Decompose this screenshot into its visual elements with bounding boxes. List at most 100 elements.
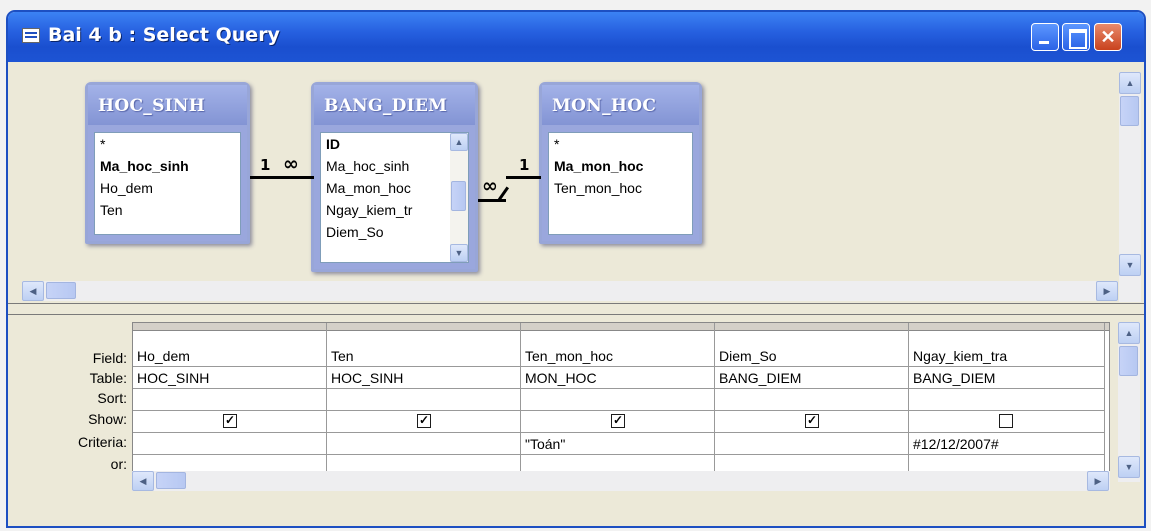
scroll-right-icon[interactable]: ▶	[1096, 281, 1118, 301]
field-list-mon-hoc[interactable]: MON_HOC * Ma_mon_hoc Ten_mon_hoc	[539, 82, 702, 244]
show-cell	[909, 411, 1104, 433]
sort-cell[interactable]	[521, 389, 714, 411]
grid-column: Ho_dem HOC_SINH ✓	[133, 323, 327, 489]
field-cell[interactable]: Ho_dem	[133, 345, 326, 367]
table-cell[interactable]: BANG_DIEM	[909, 367, 1104, 389]
row-label-show: Show:	[88, 411, 127, 427]
scroll-down-icon[interactable]: ▼	[1119, 254, 1141, 276]
field-item[interactable]: Ngay_kiem_tr	[321, 199, 468, 221]
checkbox-icon[interactable]: ✓	[805, 414, 819, 428]
field-item[interactable]: Ten	[95, 199, 240, 221]
sort-cell[interactable]	[327, 389, 520, 411]
table-title[interactable]: HOC_SINH	[88, 85, 247, 125]
grid-column: Ten HOC_SINH ✓	[327, 323, 521, 489]
sort-cell[interactable]	[909, 389, 1104, 411]
field-cell[interactable]: Diem_So	[715, 345, 908, 367]
vertical-scrollbar[interactable]: ▲ ▼	[450, 133, 468, 262]
field-item[interactable]: Ten_mon_hoc	[549, 177, 692, 199]
field-cell[interactable]: Ten_mon_hoc	[521, 345, 714, 367]
relationship-line[interactable]	[250, 176, 314, 179]
field-item[interactable]: Ma_mon_hoc	[321, 177, 468, 199]
show-cell: ✓	[133, 411, 326, 433]
row-label-or: or:	[110, 456, 127, 472]
row-label-criteria: Criteria:	[77, 434, 127, 450]
select-query-window: Bai 4 b : Select Query ✕ HOC_SINH * Ma_h…	[6, 10, 1146, 528]
grid-column: Ngay_kiem_tra BANG_DIEM #12/12/2007#	[909, 323, 1105, 489]
field-item[interactable]: Ho_dem	[95, 177, 240, 199]
scroll-right-icon[interactable]: ▶	[1087, 471, 1109, 491]
criteria-cell[interactable]	[715, 433, 908, 455]
field-cell[interactable]: Ngay_kiem_tra	[909, 345, 1104, 367]
table-cell[interactable]: BANG_DIEM	[715, 367, 908, 389]
pane-splitter[interactable]	[8, 303, 1144, 315]
upper-vertical-scrollbar[interactable]: ▲ ▼	[1119, 72, 1141, 302]
relationship-many-label: ∞	[482, 175, 498, 197]
field-cell[interactable]: Ten	[327, 345, 520, 367]
scroll-left-icon[interactable]: ◀	[22, 281, 44, 301]
row-label-sort: Sort:	[97, 390, 127, 406]
upper-horizontal-scrollbar[interactable]: ◀ ▶	[22, 281, 1118, 301]
scroll-down-icon[interactable]: ▼	[1118, 456, 1140, 478]
scroll-up-icon[interactable]: ▲	[1119, 72, 1141, 94]
row-label-table: Table:	[89, 370, 127, 386]
sort-cell[interactable]	[133, 389, 326, 411]
table-title[interactable]: MON_HOC	[542, 85, 699, 125]
scroll-thumb[interactable]	[156, 472, 186, 489]
sort-cell[interactable]	[715, 389, 908, 411]
field-list: * Ma_mon_hoc Ten_mon_hoc	[548, 132, 693, 235]
criteria-cell[interactable]	[133, 433, 326, 455]
relationship-line[interactable]	[478, 199, 506, 202]
relationship-line	[506, 176, 541, 179]
scroll-thumb[interactable]	[1120, 96, 1139, 126]
scroll-up-icon[interactable]: ▲	[450, 133, 468, 151]
grid-column: Diem_So BANG_DIEM ✓	[715, 323, 909, 489]
scroll-thumb[interactable]	[451, 181, 466, 211]
field-list: ID Ma_hoc_sinh Ma_mon_hoc Ngay_kiem_tr D…	[320, 132, 469, 263]
checkbox-icon[interactable]: ✓	[417, 414, 431, 428]
checkbox-icon[interactable]: ✓	[611, 414, 625, 428]
criteria-cell[interactable]: "Toán"	[521, 433, 714, 455]
table-design-area: HOC_SINH * Ma_hoc_sinh Ho_dem Ten BANG_D…	[8, 62, 1144, 302]
show-cell: ✓	[715, 411, 908, 433]
window-title: Bai 4 b : Select Query	[48, 24, 280, 46]
scroll-thumb[interactable]	[46, 282, 76, 299]
design-grid-area: Field: Table: Sort: Show: Criteria: or: …	[8, 315, 1144, 526]
close-button[interactable]: ✕	[1094, 23, 1122, 51]
show-cell: ✓	[521, 411, 714, 433]
field-list: * Ma_hoc_sinh Ho_dem Ten	[94, 132, 241, 235]
grid-column: Ten_mon_hoc MON_HOC ✓ "Toán"	[521, 323, 715, 489]
query-design-grid: Ho_dem HOC_SINH ✓ Ten HOC_SINH ✓ Ten_mon…	[132, 322, 1110, 490]
criteria-cell[interactable]	[327, 433, 520, 455]
field-item[interactable]: ID	[321, 133, 468, 155]
checkbox-icon[interactable]	[999, 414, 1013, 428]
field-item[interactable]: *	[95, 133, 240, 155]
table-cell[interactable]: HOC_SINH	[133, 367, 326, 389]
grid-vertical-scrollbar[interactable]: ▲ ▼	[1118, 322, 1140, 482]
show-cell: ✓	[327, 411, 520, 433]
minimize-button[interactable]	[1031, 23, 1059, 51]
field-list-bang-diem[interactable]: BANG_DIEM ID Ma_hoc_sinh Ma_mon_hoc Ngay…	[311, 82, 478, 272]
field-item[interactable]: Ma_mon_hoc	[549, 155, 692, 177]
grid-horizontal-scrollbar[interactable]: ◀ ▶	[132, 471, 1110, 491]
table-cell[interactable]: HOC_SINH	[327, 367, 520, 389]
field-item[interactable]: Diem_So	[321, 221, 468, 243]
relationship-many-label: ∞	[283, 153, 299, 175]
field-item[interactable]: Ma_hoc_sinh	[321, 155, 468, 177]
row-label-field: Field:	[92, 350, 127, 366]
title-bar[interactable]: Bai 4 b : Select Query ✕	[8, 12, 1144, 62]
table-cell[interactable]: MON_HOC	[521, 367, 714, 389]
maximize-button[interactable]	[1062, 23, 1090, 51]
field-list-hoc-sinh[interactable]: HOC_SINH * Ma_hoc_sinh Ho_dem Ten	[85, 82, 250, 244]
checkbox-icon[interactable]: ✓	[223, 414, 237, 428]
scroll-up-icon[interactable]: ▲	[1118, 322, 1140, 344]
field-item[interactable]: *	[549, 133, 692, 155]
relationship-one-label: 1	[260, 156, 271, 174]
table-title[interactable]: BANG_DIEM	[314, 85, 475, 125]
scroll-left-icon[interactable]: ◀	[132, 471, 154, 491]
query-window-icon[interactable]	[22, 28, 40, 43]
scroll-thumb[interactable]	[1119, 346, 1138, 376]
field-item[interactable]: Ma_hoc_sinh	[95, 155, 240, 177]
criteria-cell[interactable]: #12/12/2007#	[909, 433, 1104, 455]
relationship-one-label: 1	[519, 156, 530, 174]
scroll-down-icon[interactable]: ▼	[450, 244, 468, 262]
